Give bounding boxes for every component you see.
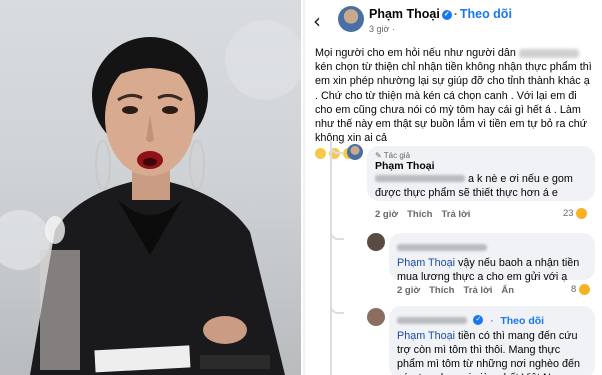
comment-author-redacted xyxy=(397,238,587,256)
person-illustration xyxy=(0,20,301,375)
sad-emoji-icon xyxy=(315,148,326,160)
follow-button[interactable]: Theo dõi xyxy=(500,315,544,327)
comment-bubble: ✓ · Theo dõi Phạm Thoại tiền có thì mang… xyxy=(389,306,595,375)
thread-elbow xyxy=(330,300,344,314)
comment-time[interactable]: 2 giờ xyxy=(375,209,398,220)
separator-dot: · xyxy=(453,7,458,21)
reaction-count: 8 xyxy=(571,284,577,296)
comment-actions: 2 giờ Thích Trả lời Ẩn xyxy=(397,285,523,296)
reply-button[interactable]: Trả lời xyxy=(463,285,492,296)
comment-bubble: Phạm Thoại vậy nếu baoh a nhận tiền mua … xyxy=(389,233,595,283)
comment-text: a k nè e ơi nếu e gom được thực phẩm sẽ … xyxy=(375,172,587,200)
reaction-summary[interactable]: 23 xyxy=(563,208,588,220)
author-tag: ✎ Tác giả xyxy=(375,151,587,160)
chevron-left-icon[interactable]: ‹ xyxy=(313,9,321,33)
comment-text: Phạm Thoại vậy nếu baoh a nhận tiền mua … xyxy=(397,256,587,284)
post-header: ‹ Phạm Thoại ✓ · Theo dõi 3 giờ · xyxy=(305,0,602,42)
comment-text-line2: được thực phẩm sẽ thiết thực hơn á e xyxy=(375,187,558,199)
comment-time[interactable]: 2 giờ xyxy=(397,285,420,296)
haha-reaction-icon xyxy=(578,284,590,295)
redacted-mention xyxy=(375,175,465,182)
follow-button[interactable]: Theo dõi xyxy=(460,7,512,21)
comment-avatar[interactable] xyxy=(347,144,363,160)
reaction-count: 23 xyxy=(563,208,574,220)
thread-line xyxy=(330,146,332,375)
comment-mention[interactable]: Phạm Thoại xyxy=(397,330,455,342)
like-button[interactable]: Thích xyxy=(407,209,432,220)
thread-elbow xyxy=(330,140,344,154)
author-avatar[interactable] xyxy=(338,6,364,32)
post-text-part-2: kén chọn từ thiện chỉ nhận tiền không nh… xyxy=(315,61,592,145)
facebook-post-panel: ‹ Phạm Thoại ✓ · Theo dõi 3 giờ · Mọi người… xyxy=(303,0,602,375)
separator-dot: · xyxy=(489,313,494,327)
verified-badge-icon: ✓ xyxy=(441,9,452,20)
post-text-part-1: Mọi người cho em hỏi nếu như người dân xyxy=(315,47,516,59)
post-author-name[interactable]: Phạm Thoại xyxy=(369,7,440,21)
redacted-name xyxy=(397,244,487,251)
comment-text: Phạm Thoại tiền có thì mang đến cứu trợ … xyxy=(397,329,587,375)
reaction-summary[interactable]: 8 xyxy=(571,284,590,295)
author-tag-label: Tác giả xyxy=(383,151,411,160)
reply-button[interactable]: Trả lời xyxy=(441,209,470,220)
person-photo xyxy=(0,0,301,375)
redacted-location xyxy=(518,48,579,58)
post-time-line: 3 giờ · xyxy=(369,24,395,34)
globe-icon: · xyxy=(391,24,395,34)
comment-mention[interactable]: Phạm Thoại xyxy=(397,257,455,269)
comment-actions: 2 giờ Thích Trả lời xyxy=(375,209,479,220)
like-button[interactable]: Thích xyxy=(429,285,454,296)
comment-author[interactable]: Phạm Thoại xyxy=(375,160,587,172)
verified-badge-icon: ✓ xyxy=(473,314,484,325)
hide-button[interactable]: Ẩn xyxy=(501,285,514,296)
author-tag-icon: ✎ xyxy=(375,151,384,160)
post-time[interactable]: 3 giờ xyxy=(369,24,389,34)
haha-reaction-icon xyxy=(576,208,588,219)
comment-header: ✓ · Theo dõi xyxy=(397,311,587,329)
comment-text-line1: a k nè e ơi nếu e gom xyxy=(468,173,573,185)
thread-elbow xyxy=(330,226,344,240)
comment-bubble: ✎ Tác giả Phạm Thoại a k nè e ơi nếu e g… xyxy=(367,146,595,201)
post-author-line: Phạm Thoại ✓ · Theo dõi xyxy=(369,7,512,21)
redacted-name xyxy=(397,317,467,324)
comment-avatar[interactable] xyxy=(367,308,385,326)
comment-avatar[interactable] xyxy=(367,233,385,251)
